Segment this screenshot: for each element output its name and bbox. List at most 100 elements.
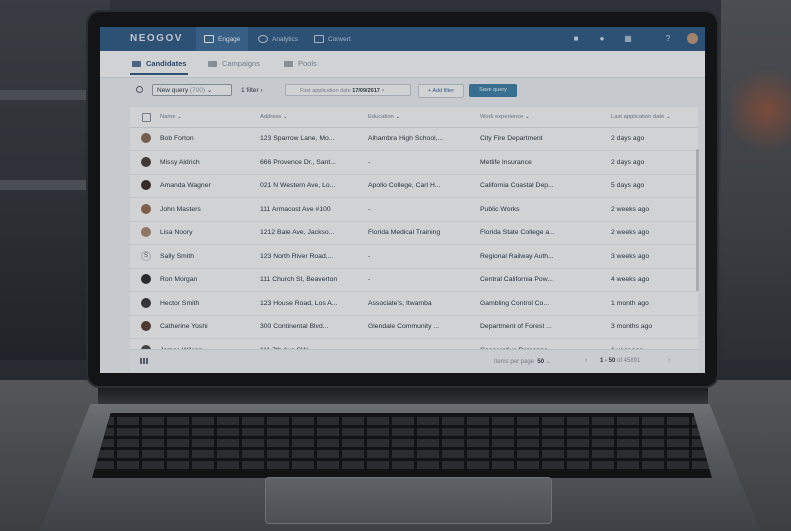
avatar <box>141 297 151 308</box>
cell-address: 123 North River Road,... <box>260 252 334 260</box>
nav-tab-label: Convert <box>328 35 351 43</box>
bell-icon[interactable]: ● <box>598 35 606 43</box>
nav-tab-convert[interactable]: Convert <box>306 27 359 51</box>
table-header: Name ⌄ Address ⌄ Education ⌄ Work experienc… <box>130 107 698 128</box>
tab-pools[interactable]: Pools <box>284 59 317 68</box>
header-label: Education <box>368 114 394 120</box>
columns-icon[interactable] <box>140 358 148 364</box>
people-icon <box>204 35 214 43</box>
filter-bar: New query (700) ⌄ 1 filter › First appli… <box>100 79 705 101</box>
cell-name[interactable]: Lisa Noory <box>160 229 250 236</box>
table-scrollbar[interactable] <box>696 149 699 291</box>
query-count: (700) <box>189 87 206 94</box>
avatar <box>141 321 151 331</box>
filter-count-label: 1 filter <box>241 87 259 94</box>
avatar <box>141 227 151 237</box>
table-row[interactable]: Ron Morgan 111 Church St, Beaverton - Centr… <box>130 268 698 292</box>
tab-label: Pools <box>298 59 317 68</box>
cell-date: 2 days ago <box>611 135 645 142</box>
cell-date: 2 weeks ago <box>611 229 650 236</box>
sort-icon: ⌄ <box>395 114 400 120</box>
filter-chip-label: First application date <box>300 88 351 94</box>
avatar: S <box>141 250 151 261</box>
filter-chip-value: 17/09/2017 <box>352 88 380 94</box>
key-row <box>92 417 712 425</box>
filter-chip[interactable]: First application date 17/09/2017 × <box>285 84 411 96</box>
add-filter-button[interactable]: + Add filter <box>418 84 464 98</box>
background-person <box>731 60 791 160</box>
nav-tab-label: Engage <box>218 35 241 43</box>
cell-address: 123 House Road, Los A... <box>260 299 338 307</box>
cell-address: 111 Armacost Ave #100 <box>260 205 331 213</box>
cell-name[interactable]: Missy Aldrich <box>160 159 250 166</box>
active-tab-indicator <box>130 73 188 75</box>
tab-label: Campaigns <box>222 59 260 68</box>
cell-name[interactable]: Sally Smith <box>160 253 250 260</box>
grid-icon[interactable]: ▦ <box>624 35 632 43</box>
save-query-button[interactable]: Save query <box>469 84 517 97</box>
select-all-checkbox[interactable] <box>142 113 151 122</box>
filter-count[interactable]: 1 filter › <box>241 87 263 94</box>
column-header-work[interactable]: Work experience ⌄ <box>480 114 530 120</box>
table-row[interactable]: Amanda Wagner 021 N Western Ave, Lo... Apo… <box>130 174 698 198</box>
tab-campaigns[interactable]: Campaigns <box>208 59 260 68</box>
nav-tab-analytics[interactable]: Analytics <box>250 27 306 51</box>
brand-logo[interactable]: NEOGOV <box>130 33 183 44</box>
briefcase-icon[interactable]: ■ <box>572 35 580 43</box>
cell-address: 300 Continental Blvd... <box>260 323 329 330</box>
table-row[interactable]: Missy Aldrich 666 Provence Dr., Sant... - M… <box>130 151 698 175</box>
cell-work: Public Works <box>480 205 520 213</box>
table-row[interactable]: John Masters 111 Armacost Ave #100 - Public… <box>130 198 698 222</box>
cell-education: - <box>368 252 371 260</box>
table-row[interactable]: Catherine Yoshi 300 Continental Blvd... Gl… <box>130 315 698 339</box>
table-row[interactable]: Hector Smith 123 House Road, Los A... Asso… <box>130 292 698 316</box>
cell-work: Department of Forest ... <box>480 323 552 330</box>
cell-name[interactable]: Amanda Wagner <box>160 182 250 189</box>
key-row <box>92 461 712 469</box>
header-label: Work experience <box>480 114 524 120</box>
cell-name[interactable]: Catherine Yoshi <box>160 323 250 330</box>
cell-name[interactable]: John Masters <box>160 206 250 213</box>
cell-name[interactable]: Bob Forton <box>160 135 250 142</box>
cell-name[interactable]: Ron Morgan <box>160 276 250 283</box>
column-header-name[interactable]: Name ⌄ <box>160 114 182 120</box>
tab-candidates[interactable]: Candidates <box>132 59 186 68</box>
prev-page-icon[interactable]: ‹ <box>585 357 587 364</box>
next-page-icon[interactable]: › <box>668 357 670 364</box>
cell-date: 3 months ago <box>611 323 653 330</box>
cell-education: Alhambra High School,... <box>368 135 444 142</box>
column-header-education[interactable]: Education ⌄ <box>368 114 400 120</box>
cell-address: 111 Church St, Beaverton <box>260 276 338 283</box>
avatar <box>141 180 151 190</box>
cell-address: 1212 Bale Ave, Jackso... <box>260 229 335 236</box>
cell-work: California Coastal Dep... <box>480 182 554 189</box>
close-icon[interactable]: × <box>381 88 384 94</box>
page-total: of 45891 <box>617 358 641 364</box>
table-row[interactable]: Bob Forton 123 Sparrow Lane, Mo... Alhambr… <box>130 127 698 151</box>
cell-work: Metlife Insurance <box>480 158 532 166</box>
sort-icon: ⌄ <box>283 114 288 120</box>
cell-work: Central California Pow... <box>480 276 553 283</box>
table-row[interactable]: S Sally Smith 123 North River Road,... - Reg… <box>130 245 698 269</box>
column-header-date[interactable]: Last application date ⌄ <box>611 114 670 120</box>
table-row[interactable]: Lisa Noory 1212 Bale Ave, Jackso... Florid… <box>130 221 698 245</box>
cell-address: 666 Provence Dr., Sant... <box>260 158 336 166</box>
items-per-page[interactable]: Items per page 50 ⌄ <box>494 358 551 365</box>
cell-name[interactable]: Hector Smith <box>160 300 250 307</box>
cell-date: 4 weeks ago <box>611 276 650 283</box>
laptop-keyboard <box>92 413 712 478</box>
nav-tab-engage[interactable]: Engage <box>196 27 249 51</box>
cell-date: 2 weeks ago <box>611 205 650 213</box>
items-per-page-label: Items per page <box>494 359 535 365</box>
avatar[interactable] <box>687 33 698 44</box>
query-select[interactable]: New query (700) ⌄ <box>152 84 232 96</box>
page-range: 1 - 50 of 45891 <box>600 358 640 364</box>
candidates-table: Name ⌄ Address ⌄ Education ⌄ Work experienc… <box>130 107 698 371</box>
search-icon[interactable] <box>136 86 143 93</box>
help-icon[interactable]: ? <box>664 35 672 43</box>
column-header-address[interactable]: Address ⌄ <box>260 114 287 120</box>
header-label: Address <box>260 114 282 120</box>
cell-address: 021 N Western Ave, Lo... <box>260 182 336 189</box>
cell-education: Florida Medical Training <box>368 229 441 236</box>
laptop-screen: NEOGOV Engage Analytics Convert ■ ● ▦ ? … <box>100 27 705 373</box>
